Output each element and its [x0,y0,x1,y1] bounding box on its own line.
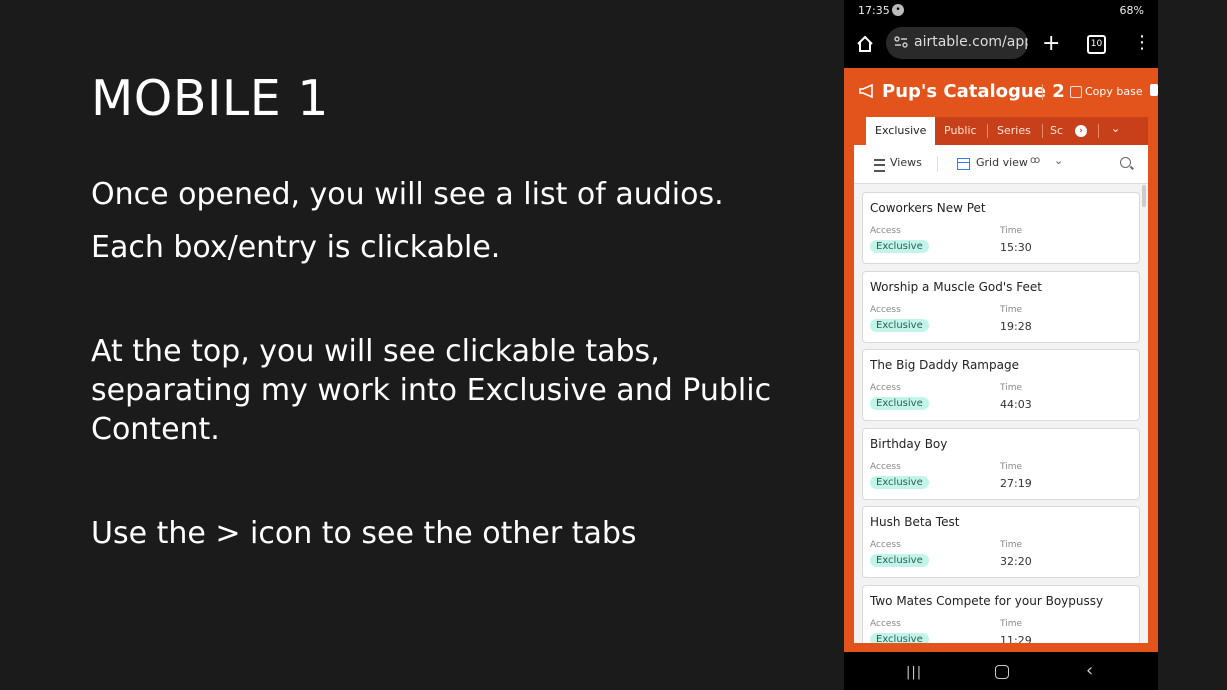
access-badge: Exclusive [870,240,929,253]
hamburger-icon[interactable] [874,159,885,172]
chevron-right-icon[interactable]: › [1075,125,1087,137]
record-time: 15:30 [1000,241,1032,254]
access-badge: Exclusive [870,554,929,567]
access-badge: Exclusive [870,319,929,332]
status-bar: 17:35 • 68% [844,0,1158,22]
collaborators-icon: ꝏ [1030,155,1041,166]
field-label-access: Access [870,226,901,236]
record-card[interactable]: The Big Daddy Rampage Access Time Exclus… [862,349,1140,421]
view-switcher[interactable]: Grid view [976,156,1028,169]
more-menu-icon[interactable]: ⋮ [1133,32,1151,54]
tab-sc[interactable]: Sc [1050,117,1064,145]
record-time: 19:28 [1000,320,1032,333]
grid-icon [957,158,970,170]
instruction-text: Use the > icon to see the other tabs [91,516,637,551]
copy-base-button[interactable]: Copy base [1085,85,1143,98]
home-icon[interactable] [856,35,874,53]
record-card[interactable]: Worship a Muscle God's Feet Access Time … [862,271,1140,343]
record-card[interactable]: Two Mates Compete for your Boypussy Acce… [862,585,1140,643]
field-label-time: Time [1000,383,1023,393]
tab-exclusive[interactable]: Exclusive [866,117,936,145]
record-time: 11:29 [1000,634,1032,643]
record-time: 27:19 [1000,477,1032,490]
field-label-time: Time [1000,540,1023,550]
battery-level: 68% [1119,4,1144,17]
back-icon[interactable]: ‹ [1086,660,1093,681]
home-button-icon[interactable] [995,665,1009,679]
field-label-access: Access [870,619,901,629]
record-card[interactable]: Birthday Boy Access Time Exclusive 27:19 [862,428,1140,500]
android-nav-bar: ||| ‹ [844,652,1158,690]
grid-panel: Views Grid view ꝏ ⌄ Coworkers New Pet Ac… [854,145,1148,643]
address-bar[interactable]: airtable.com/app [886,27,1028,59]
chevron-down-icon[interactable]: ⌄ [1111,122,1120,135]
record-card[interactable]: Hush Beta Test Access Time Exclusive 32:… [862,506,1140,578]
view-toolbar: Views Grid view ꝏ ⌄ [854,145,1148,184]
instruction-text: Each box/entry is clickable. [91,230,501,265]
field-label-time: Time [1000,619,1023,629]
tab-public[interactable]: Public [944,117,977,145]
tab-series[interactable]: Series [997,117,1031,145]
scrollbar[interactable] [1142,185,1146,207]
access-badge: Exclusive [870,476,929,489]
record-time: 44:03 [1000,398,1032,411]
divider [987,124,988,138]
field-label-access: Access [870,305,901,315]
field-label-access: Access [870,540,901,550]
slide-title: MOBILE 1 [91,70,329,127]
phone-screenshot: 17:35 • 68% airtable.com/app + 10 ⋮ Pup'… [844,0,1158,690]
divider [1098,124,1099,138]
table-tabs: Exclusive Public Series Sc › ⌄ [866,117,1148,145]
field-label-access: Access [870,462,901,472]
record-name: Two Mates Compete for your Boypussy [870,594,1104,608]
instruction-text: Once opened, you will see a list of audi… [91,177,724,212]
field-label-time: Time [1000,462,1023,472]
new-tab-icon[interactable]: + [1042,33,1060,55]
chevron-down-icon[interactable]: ⌄ [1054,154,1063,167]
divider [937,156,938,172]
browser-toolbar: airtable.com/app + 10 ⋮ [844,22,1158,68]
base-title[interactable]: Pup's Catalogue 2 [882,81,1065,102]
notification-icon: • [892,4,904,16]
airtable-app: Pup's Catalogue 2 Copy base Exclusive Pu… [844,68,1158,652]
record-name: Birthday Boy [870,437,948,451]
field-label-access: Access [870,383,901,393]
divider [1042,84,1043,100]
record-name: The Big Daddy Rampage [870,358,1019,372]
search-icon[interactable] [1120,157,1131,168]
megaphone-icon [859,84,873,98]
field-label-time: Time [1000,226,1023,236]
site-settings-icon[interactable] [894,35,908,49]
record-name: Worship a Muscle God's Feet [870,280,1042,294]
copy-icon[interactable] [1070,86,1082,98]
status-time: 17:35 [858,4,890,17]
instruction-text: At the top, you will see clickable tabs,… [91,334,772,447]
recents-icon[interactable]: ||| [906,665,922,680]
divider [1042,124,1043,138]
url-text: airtable.com/app [914,34,1028,50]
record-name: Hush Beta Test [870,515,960,529]
views-button[interactable]: Views [890,156,922,169]
base-header: Pup's Catalogue 2 Copy base [844,68,1158,116]
field-label-time: Time [1000,305,1023,315]
access-badge: Exclusive [870,633,929,643]
tab-switcher-button[interactable]: 10 [1087,35,1106,54]
access-badge: Exclusive [870,397,929,410]
record-name: Coworkers New Pet [870,201,986,215]
record-time: 32:20 [1000,555,1032,568]
share-icon[interactable] [1150,84,1158,96]
record-card[interactable]: Coworkers New Pet Access Time Exclusive … [862,192,1140,264]
